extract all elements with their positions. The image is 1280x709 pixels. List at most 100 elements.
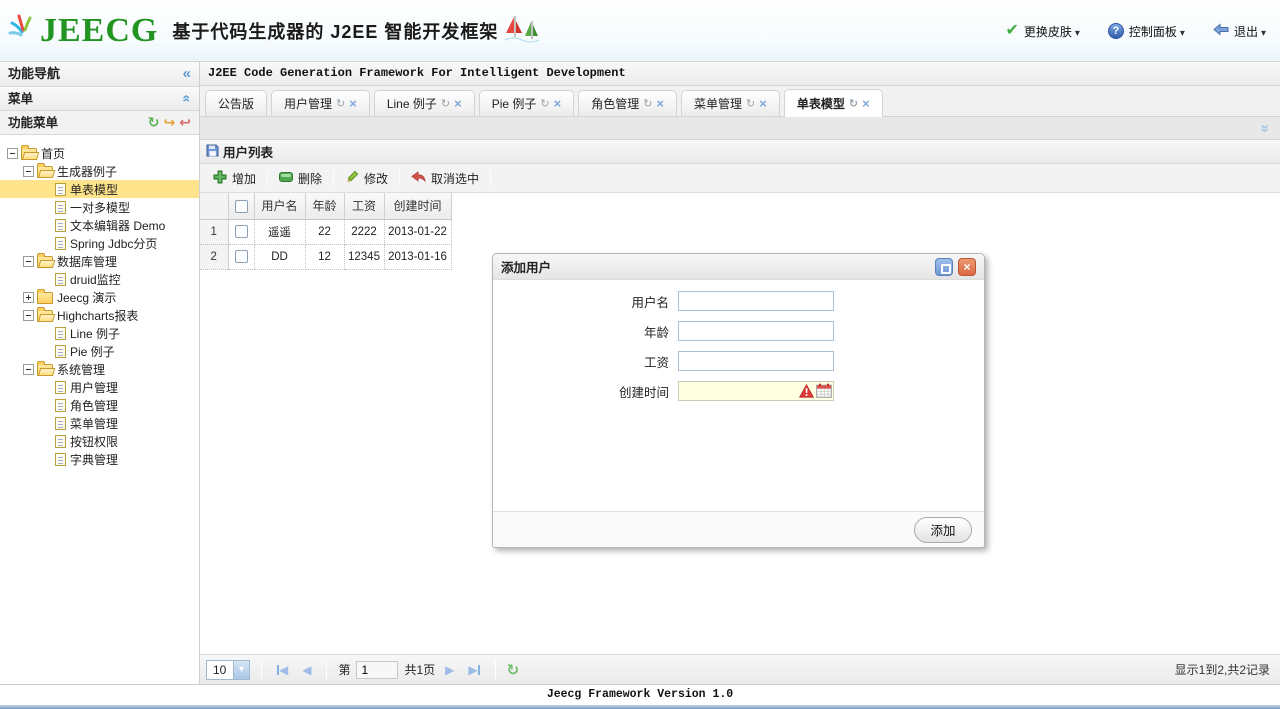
tree-item-role-mgmt[interactable]: 角色管理 bbox=[0, 396, 199, 414]
tab-refresh-icon[interactable] bbox=[540, 91, 549, 116]
tab-bar: 公告版 用户管理 Line 例子 Pie 例子 角色管理 菜单管理 单表模型 bbox=[200, 86, 1280, 117]
tab-close-icon[interactable] bbox=[554, 92, 562, 116]
tree-item-button-permission[interactable]: 按钮权限 bbox=[0, 432, 199, 450]
cancel-selection-button[interactable]: 取消选中 bbox=[402, 167, 488, 189]
tab-single-table-model[interactable]: 单表模型 bbox=[783, 89, 883, 117]
tree-item-pie-example[interactable]: Pie 例子 bbox=[0, 342, 199, 360]
tree-expander-minus-icon[interactable] bbox=[7, 147, 18, 159]
menu-tree: 首页 生成器例子 单表模型 一对多模型 文本编辑器 Demo Spring Jd… bbox=[0, 135, 199, 684]
cell-salary: 2222 bbox=[344, 219, 385, 245]
tree-item-druid-monitor[interactable]: druid监控 bbox=[0, 270, 199, 288]
tree-item-system-mgmt[interactable]: 系统管理 bbox=[0, 360, 199, 378]
tree-item-database-mgmt[interactable]: 数据库管理 bbox=[0, 252, 199, 270]
tab-close-icon[interactable] bbox=[349, 92, 357, 116]
undo-icon[interactable] bbox=[179, 110, 191, 135]
col-create-time[interactable]: 创建时间 bbox=[384, 193, 452, 220]
collapse-sidebar-icon[interactable] bbox=[183, 62, 191, 86]
create-time-label: 创建时间 bbox=[618, 385, 669, 400]
tree-item-one-to-many[interactable]: 一对多模型 bbox=[0, 198, 199, 216]
tab-refresh-icon[interactable] bbox=[441, 91, 450, 116]
tree-expander-minus-icon[interactable] bbox=[23, 363, 34, 375]
tab-close-icon[interactable] bbox=[862, 92, 870, 116]
tab-refresh-icon[interactable] bbox=[746, 91, 755, 116]
tree-item-home[interactable]: 首页 bbox=[0, 144, 199, 162]
dialog-close-icon[interactable] bbox=[958, 257, 976, 276]
page-number-input[interactable] bbox=[356, 660, 399, 679]
tree-item-label: druid监控 bbox=[70, 272, 121, 287]
row-select-cell bbox=[228, 219, 255, 245]
tab-user-mgmt[interactable]: 用户管理 bbox=[271, 90, 370, 116]
tree-expander-minus-icon[interactable] bbox=[23, 255, 34, 267]
cell-age: 22 bbox=[305, 219, 345, 245]
tree-item-line-example[interactable]: Line 例子 bbox=[0, 324, 199, 342]
tree-item-text-editor-demo[interactable]: 文本编辑器 Demo bbox=[0, 216, 199, 234]
tree-item-spring-jdbc[interactable]: Spring Jdbc分页 bbox=[0, 234, 199, 252]
tab-role-mgmt[interactable]: 角色管理 bbox=[578, 90, 678, 116]
grid-toolbar: 增加 删除 修改 取消选中 bbox=[200, 164, 1280, 193]
tree-item-generator-examples[interactable]: 生成器例子 bbox=[0, 162, 199, 180]
tab-line-example[interactable]: Line 例子 bbox=[373, 90, 475, 116]
tab-pie-example[interactable]: Pie 例子 bbox=[478, 90, 575, 116]
tree-expander-minus-icon[interactable] bbox=[23, 309, 34, 321]
select-all-checkbox[interactable] bbox=[234, 199, 248, 213]
sidebar-accordion-header[interactable]: 菜单 bbox=[0, 87, 199, 111]
tab-label: 单表模型 bbox=[796, 96, 845, 111]
tab-menu-mgmt[interactable]: 菜单管理 bbox=[681, 90, 780, 116]
tree-item-user-mgmt[interactable]: 用户管理 bbox=[0, 378, 199, 396]
menu-change-skin[interactable]: 更换皮肤 bbox=[1005, 23, 1079, 40]
tab-bulletin[interactable]: 公告版 bbox=[205, 90, 268, 116]
chevron-double-down-icon[interactable] bbox=[1255, 124, 1272, 132]
tab-refresh-icon[interactable] bbox=[849, 91, 858, 116]
page-size-select[interactable]: 10 bbox=[206, 659, 250, 680]
tab-refresh-icon[interactable] bbox=[336, 91, 345, 116]
folder-open-icon bbox=[21, 145, 37, 160]
refresh-icon[interactable] bbox=[148, 110, 160, 135]
document-icon bbox=[55, 200, 66, 214]
prev-page-button[interactable] bbox=[298, 663, 315, 677]
sidebar-accordion-title: 菜单 bbox=[8, 91, 34, 106]
tree-item-dict-mgmt[interactable]: 字典管理 bbox=[0, 450, 199, 468]
tree-item-jeecg-demo[interactable]: Jeecg 演示 bbox=[0, 288, 199, 306]
tab-close-icon[interactable] bbox=[454, 92, 462, 116]
add-button[interactable]: 增加 bbox=[204, 167, 265, 189]
salary-field[interactable] bbox=[678, 351, 834, 371]
tab-label: Pie 例子 bbox=[491, 96, 537, 111]
row-checkbox[interactable] bbox=[234, 250, 248, 263]
calendar-icon[interactable] bbox=[816, 383, 832, 401]
grid-panel-header: 用户列表 bbox=[200, 140, 1280, 164]
username-field[interactable] bbox=[678, 291, 834, 311]
col-username[interactable]: 用户名 bbox=[254, 193, 306, 220]
tab-label: 公告版 bbox=[218, 96, 255, 111]
col-salary[interactable]: 工资 bbox=[344, 193, 385, 220]
next-page-button[interactable] bbox=[441, 663, 458, 677]
delete-button[interactable]: 删除 bbox=[270, 167, 331, 189]
col-age[interactable]: 年龄 bbox=[305, 193, 345, 220]
table-row[interactable]: 2 DD 12 12345 2013-01-16 bbox=[200, 244, 452, 270]
tree-expander-minus-icon[interactable] bbox=[23, 165, 34, 177]
tree-item-single-table-model[interactable]: 单表模型 bbox=[0, 180, 199, 198]
table-row[interactable]: 1 遥遥 22 2222 2013-01-22 bbox=[200, 219, 452, 245]
tab-close-icon[interactable] bbox=[656, 92, 664, 116]
tree-item-highcharts[interactable]: Highcharts报表 bbox=[0, 306, 199, 324]
toolbar-separator bbox=[399, 169, 401, 187]
edit-button[interactable]: 修改 bbox=[336, 167, 397, 189]
row-checkbox[interactable] bbox=[234, 225, 248, 238]
tree-item-menu-mgmt[interactable]: 菜单管理 bbox=[0, 414, 199, 432]
refresh-grid-icon[interactable] bbox=[507, 661, 520, 679]
tab-close-icon[interactable] bbox=[759, 92, 767, 116]
dialog-titlebar[interactable]: 添加用户 bbox=[493, 254, 984, 280]
last-page-button[interactable] bbox=[464, 663, 483, 677]
menu-logout[interactable]: 退出 bbox=[1213, 23, 1266, 40]
tab-refresh-icon[interactable] bbox=[643, 91, 652, 116]
dialog-minimize-icon[interactable] bbox=[935, 257, 953, 276]
sidebar-menu-panel-title: 功能菜单 bbox=[8, 115, 59, 130]
tree-expander-plus-icon[interactable] bbox=[23, 291, 34, 303]
submit-add-button[interactable]: 添加 bbox=[914, 516, 972, 543]
menu-control-panel[interactable]: 控制面板 bbox=[1107, 23, 1185, 40]
age-field[interactable] bbox=[678, 321, 834, 341]
menu-logout-label: 退出 bbox=[1234, 23, 1266, 40]
redo-icon[interactable] bbox=[164, 110, 176, 135]
first-page-button[interactable] bbox=[273, 663, 292, 677]
table-header-row: 用户名 年龄 工资 创建时间 bbox=[200, 193, 452, 220]
form-row-age: 年龄 bbox=[493, 316, 984, 346]
